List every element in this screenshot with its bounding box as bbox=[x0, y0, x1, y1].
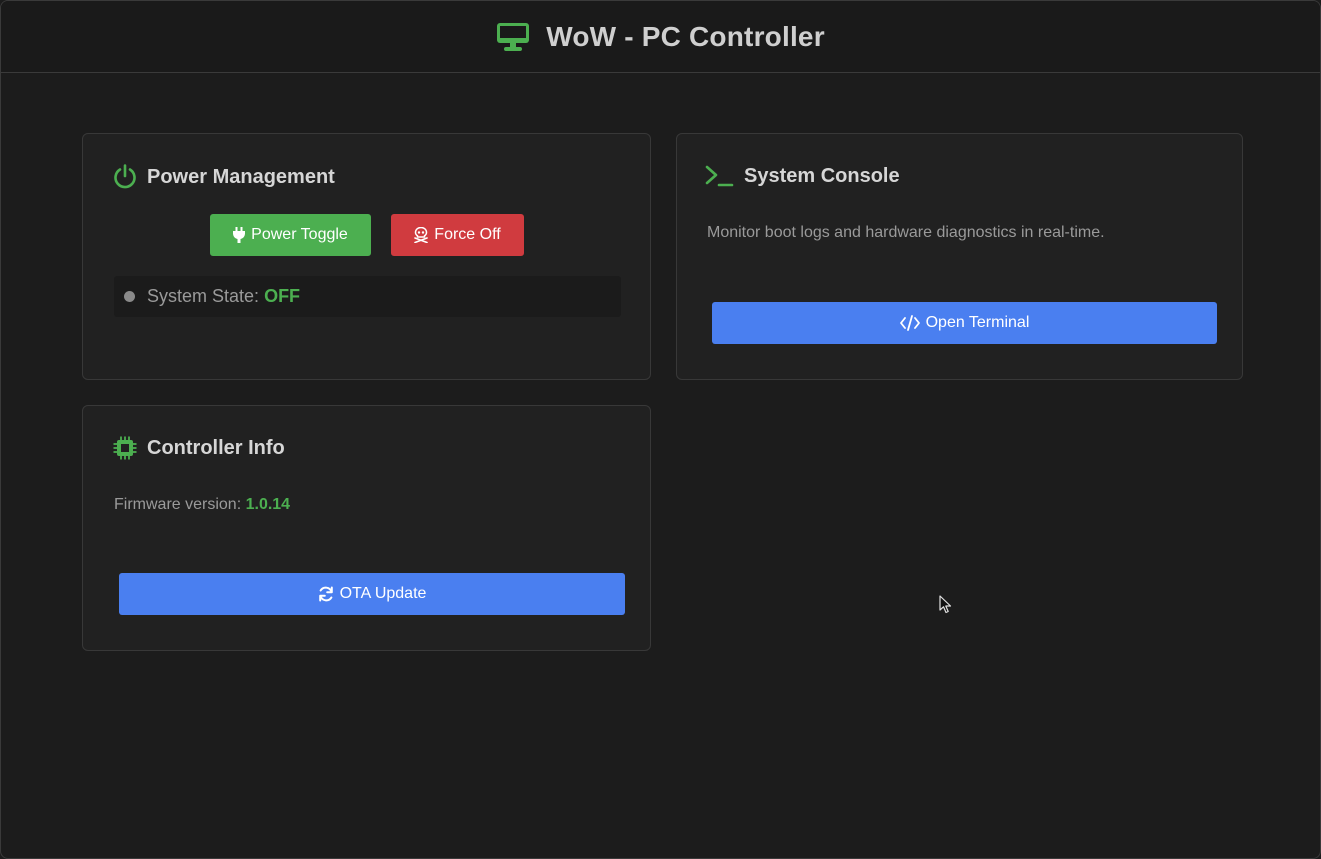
monitor-icon bbox=[496, 22, 530, 52]
controller-info-card: Controller Info Firmware version: 1.0.14… bbox=[82, 405, 651, 651]
mouse-cursor-icon bbox=[939, 595, 953, 620]
power-management-title: Power Management bbox=[147, 165, 335, 188]
system-state-text: System State: OFF bbox=[147, 286, 300, 307]
open-terminal-button[interactable]: Open Terminal bbox=[712, 302, 1217, 344]
open-terminal-label: Open Terminal bbox=[925, 314, 1030, 331]
status-indicator-dot bbox=[124, 291, 135, 302]
power-management-heading: Power Management bbox=[113, 164, 335, 190]
power-toggle-label: Power Toggle bbox=[251, 226, 348, 243]
power-icon bbox=[113, 164, 137, 190]
terminal-icon bbox=[705, 164, 734, 188]
skull-crossbones-icon bbox=[414, 227, 429, 243]
system-console-description: Monitor boot logs and hardware diagnosti… bbox=[707, 224, 1105, 241]
power-management-card: Power Management Power Toggle Force Off … bbox=[82, 133, 651, 380]
ota-update-label: OTA Update bbox=[339, 585, 427, 602]
header: WoW - PC Controller bbox=[1, 1, 1320, 73]
system-state-label: System State: bbox=[147, 286, 260, 306]
code-icon bbox=[899, 315, 920, 331]
system-console-title: System Console bbox=[744, 164, 900, 187]
firmware-version-label: Firmware version: bbox=[114, 496, 242, 513]
system-state-value: OFF bbox=[264, 286, 301, 306]
power-toggle-button[interactable]: Power Toggle bbox=[210, 214, 371, 256]
force-off-button[interactable]: Force Off bbox=[391, 214, 524, 256]
firmware-version-text: Firmware version: 1.0.14 bbox=[114, 496, 290, 514]
system-console-heading: System Console bbox=[705, 164, 900, 188]
app-window: WoW - PC Controller Power Management Pow… bbox=[0, 0, 1321, 859]
microchip-icon bbox=[113, 436, 137, 460]
controller-info-heading: Controller Info bbox=[113, 436, 285, 460]
plug-icon bbox=[233, 227, 246, 243]
controller-info-title: Controller Info bbox=[147, 436, 285, 459]
page-title: WoW - PC Controller bbox=[546, 20, 825, 52]
force-off-label: Force Off bbox=[434, 226, 501, 243]
system-state-panel: System State: OFF bbox=[114, 276, 621, 317]
ota-update-button[interactable]: OTA Update bbox=[119, 573, 625, 615]
firmware-version-value: 1.0.14 bbox=[245, 496, 291, 513]
system-console-card: System Console Monitor boot logs and har… bbox=[676, 133, 1243, 380]
refresh-icon bbox=[318, 586, 334, 602]
